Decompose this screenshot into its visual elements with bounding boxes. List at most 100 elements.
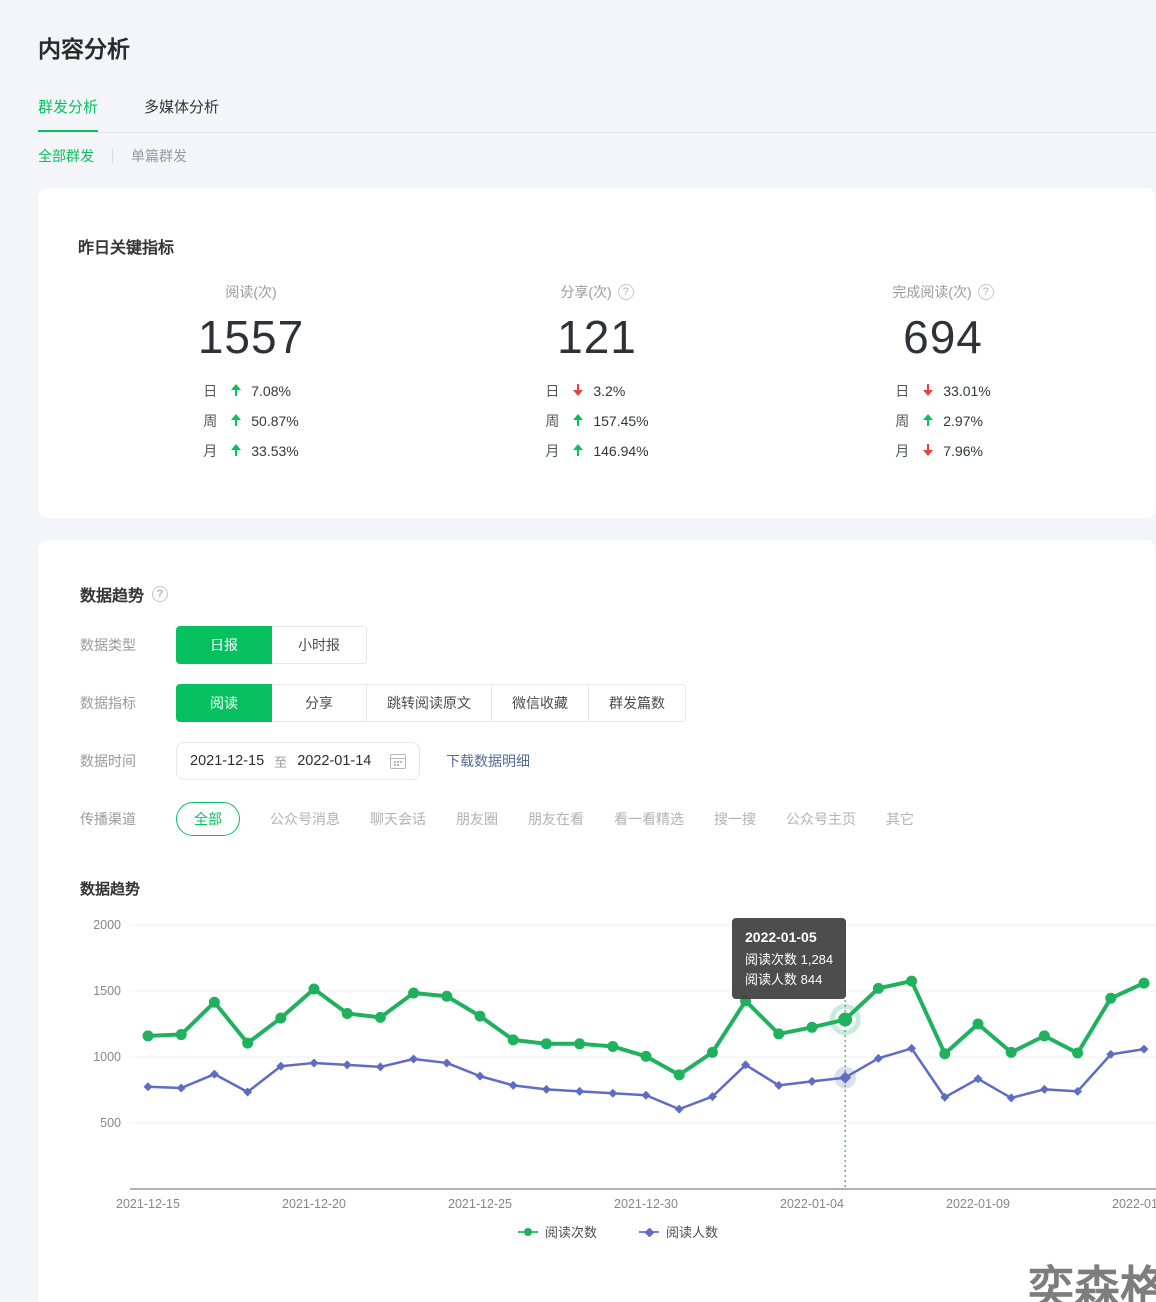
legend-item-1[interactable]: 阅读人数 <box>639 1222 718 1241</box>
chart-section-title: 数据趋势 <box>80 878 1156 899</box>
svg-text:1500: 1500 <box>93 984 121 998</box>
trend-chart-svg[interactable]: 500 1000 1500 2000 2021-12-15 2021-12-20 2021-… <box>80 912 1156 1212</box>
metric-trend-row: 月146.94% <box>545 436 648 466</box>
key-metrics-title: 昨日关键指标 <box>78 234 1116 258</box>
data-type-option-0[interactable]: 日报 <box>176 626 272 664</box>
arrow-down-icon <box>573 384 583 396</box>
metric-label: 完成阅读(次)? <box>892 282 993 302</box>
metric-1: 分享(次)? 121 日3.2%周157.45%月146.94% <box>424 282 770 466</box>
data-type-segmented: 日报小时报 <box>176 626 367 664</box>
tabs-divider <box>38 132 1156 133</box>
svg-text:2021-12-15: 2021-12-15 <box>116 1197 180 1211</box>
metric-value: 1557 <box>78 310 424 364</box>
svg-text:2022-01-14: 2022-01-14 <box>1112 1197 1156 1211</box>
data-metric-option-2[interactable]: 跳转阅读原文 <box>366 684 492 722</box>
arrow-up-icon <box>573 444 583 456</box>
data-metric-option-0[interactable]: 阅读 <box>176 684 272 722</box>
data-metric-option-4[interactable]: 群发篇数 <box>588 684 686 722</box>
calendar-icon <box>390 754 406 769</box>
data-type-option-1[interactable]: 小时报 <box>271 626 367 664</box>
page-header: 内容分析 群发分析 多媒体分析 全部群发 单篇群发 <box>0 0 1156 166</box>
legend-circle-icon <box>518 1226 538 1238</box>
data-metric-option-3[interactable]: 微信收藏 <box>491 684 589 722</box>
data-type-label: 数据类型 <box>80 635 176 655</box>
metric-value: 694 <box>770 310 1116 364</box>
data-time-label: 数据时间 <box>80 751 176 771</box>
channel-option-5[interactable]: 看一看精选 <box>614 809 684 829</box>
page-title: 内容分析 <box>38 30 1156 64</box>
tab-0[interactable]: 群发分析 <box>38 96 98 133</box>
metric-trend-row: 周2.97% <box>895 406 990 436</box>
data-trend-title-text: 数据趋势 <box>80 582 144 606</box>
metric-label: 分享(次)? <box>560 282 633 302</box>
metric-trend-row: 月33.53% <box>203 436 298 466</box>
download-data-link[interactable]: 下载数据明细 <box>446 751 530 771</box>
svg-text:500: 500 <box>100 1116 121 1130</box>
arrow-up-icon <box>573 414 583 426</box>
filter-row-data-type: 数据类型 日报小时报 <box>80 626 1156 664</box>
channel-label: 传播渠道 <box>80 809 176 829</box>
date-to-label: 至 <box>274 752 287 771</box>
metric-trend-row: 周157.45% <box>545 406 648 436</box>
channel-option-1[interactable]: 公众号消息 <box>270 809 340 829</box>
arrow-down-icon <box>923 444 933 456</box>
chart-legend: 阅读次数 阅读人数 <box>80 1222 1156 1241</box>
legend-item-0[interactable]: 阅读次数 <box>518 1222 597 1241</box>
channel-option-3[interactable]: 朋友圈 <box>456 809 498 829</box>
metric-trend-row: 月7.96% <box>895 436 990 466</box>
date-range-picker[interactable]: 2021-12-15 至 2022-01-14 <box>176 742 420 780</box>
svg-text:2022-01-09: 2022-01-09 <box>946 1197 1010 1211</box>
metric-2: 完成阅读(次)? 694 日33.01%周2.97%月7.96% <box>770 282 1116 466</box>
data-trend-title: 数据趋势 ? <box>80 582 1156 606</box>
svg-text:2000: 2000 <box>93 918 121 932</box>
help-icon[interactable]: ? <box>618 284 634 300</box>
channel-option-0[interactable]: 全部 <box>176 802 240 836</box>
svg-text:2022-01-04: 2022-01-04 <box>780 1197 844 1211</box>
key-metrics-card: 昨日关键指标 阅读(次) 1557 日7.08%周50.87%月33.53% 分享(次… <box>38 188 1156 518</box>
channel-option-8[interactable]: 其它 <box>886 809 914 829</box>
watermark: 奕森格 <box>1028 1252 1156 1302</box>
date-end: 2022-01-14 <box>297 753 371 769</box>
metric-0: 阅读(次) 1557 日7.08%周50.87%月33.53% <box>78 282 424 466</box>
channels: 全部 公众号消息 聊天会话 朋友圈 朋友在看 看一看精选 搜一搜 公众号主页 其它 <box>176 802 914 836</box>
channel-option-2[interactable]: 聊天会话 <box>370 809 426 829</box>
svg-text:2021-12-20: 2021-12-20 <box>282 1197 346 1211</box>
legend-diamond-icon <box>639 1226 659 1238</box>
arrow-up-icon <box>923 414 933 426</box>
date-start: 2021-12-15 <box>190 753 264 769</box>
help-icon[interactable]: ? <box>152 586 168 602</box>
metric-trend-row: 日7.08% <box>203 376 298 406</box>
arrow-down-icon <box>923 384 933 396</box>
arrow-up-icon <box>231 384 241 396</box>
filter-row-data-metric: 数据指标 阅读分享跳转阅读原文微信收藏群发篇数 <box>80 684 1156 722</box>
svg-text:2021-12-30: 2021-12-30 <box>614 1197 678 1211</box>
help-icon[interactable]: ? <box>978 284 994 300</box>
data-metric-option-1[interactable]: 分享 <box>271 684 367 722</box>
data-metric-label: 数据指标 <box>80 693 176 713</box>
tabs-wrap: 群发分析 多媒体分析 <box>38 96 1156 133</box>
metric-trend-row: 周50.87% <box>203 406 298 436</box>
data-trend-card: 数据趋势 ? 数据类型 日报小时报 数据指标 阅读分享跳转阅读原文微信收藏群发篇… <box>38 540 1156 1302</box>
channel-option-6[interactable]: 搜一搜 <box>714 809 756 829</box>
tabs: 群发分析 多媒体分析 <box>38 96 1156 133</box>
metric-value: 121 <box>424 310 770 364</box>
metric-label: 阅读(次) <box>225 282 276 302</box>
trend-chart[interactable]: 2022-01-05 阅读次数 1,284阅读人数 844 5001000150… <box>80 912 1156 1212</box>
subtab-divider <box>112 149 113 163</box>
metrics-row: 阅读(次) 1557 日7.08%周50.87%月33.53% 分享(次)? 121 日3… <box>78 282 1116 466</box>
subtab-1[interactable]: 单篇群发 <box>131 146 187 166</box>
svg-text:1000: 1000 <box>93 1050 121 1064</box>
svg-text:2021-12-25: 2021-12-25 <box>448 1197 512 1211</box>
tab-1[interactable]: 多媒体分析 <box>144 96 219 133</box>
arrow-up-icon <box>231 414 241 426</box>
metric-trend-row: 日33.01% <box>895 376 990 406</box>
arrow-up-icon <box>231 444 241 456</box>
channel-option-7[interactable]: 公众号主页 <box>786 809 856 829</box>
channel-option-4[interactable]: 朋友在看 <box>528 809 584 829</box>
subtabs: 全部群发 单篇群发 <box>38 146 1156 166</box>
filter-row-channel: 传播渠道 全部 公众号消息 聊天会话 朋友圈 朋友在看 看一看精选 搜一搜 公众号主页 其它 <box>80 800 1156 838</box>
metric-trend-row: 日3.2% <box>545 376 648 406</box>
data-metric-segmented: 阅读分享跳转阅读原文微信收藏群发篇数 <box>176 684 686 722</box>
filter-row-data-time: 数据时间 2021-12-15 至 2022-01-14 下载数据明细 <box>80 742 1156 780</box>
subtab-0[interactable]: 全部群发 <box>38 146 94 166</box>
